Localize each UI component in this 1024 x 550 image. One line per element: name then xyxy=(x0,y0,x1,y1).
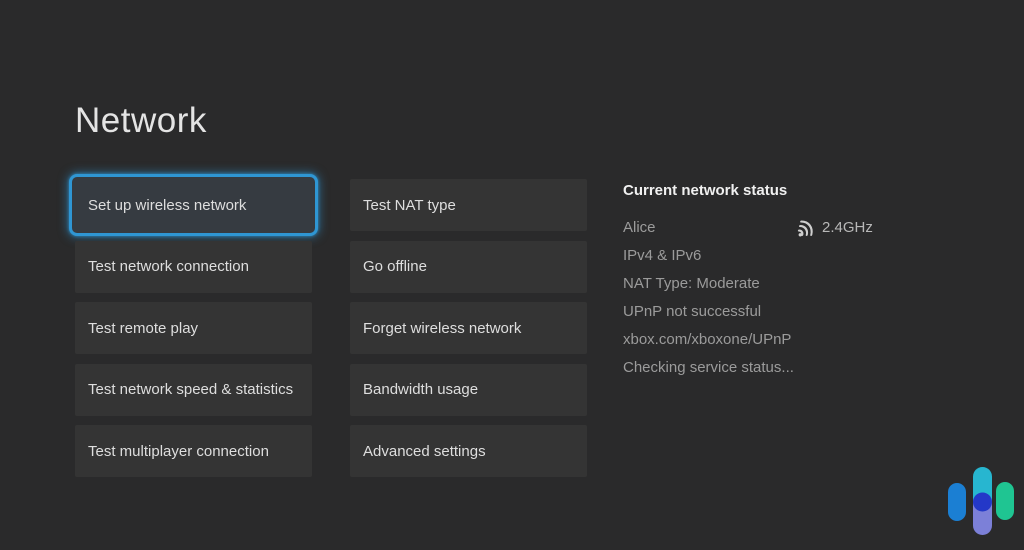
network-name: Alice xyxy=(623,219,656,236)
brand-logo xyxy=(945,464,1017,538)
status-line-nat-type: NAT Type: Moderate xyxy=(623,270,883,298)
menu-column-left: Set up wireless network Test network con… xyxy=(75,179,312,477)
button-label: Test network connection xyxy=(88,258,249,275)
status-line-service-status: Checking service status... xyxy=(623,354,883,382)
button-label: Test remote play xyxy=(88,320,198,337)
button-test-network-connection[interactable]: Test network connection xyxy=(75,241,312,293)
button-test-network-speed-statistics[interactable]: Test network speed & statistics xyxy=(75,364,312,416)
button-label: Bandwidth usage xyxy=(363,381,478,398)
button-test-multiplayer-connection[interactable]: Test multiplayer connection xyxy=(75,425,312,477)
button-test-remote-play[interactable]: Test remote play xyxy=(75,302,312,354)
menu-column-middle: Test NAT type Go offline Forget wireless… xyxy=(350,179,587,477)
button-forget-wireless-network[interactable]: Forget wireless network xyxy=(350,302,587,354)
button-label: Set up wireless network xyxy=(88,197,246,214)
button-label: Go offline xyxy=(363,258,427,275)
button-label: Test multiplayer connection xyxy=(88,443,269,460)
button-label: Forget wireless network xyxy=(363,320,521,337)
button-label: Test network speed & statistics xyxy=(88,381,293,398)
wifi-band-group: 2.4GHz xyxy=(793,214,873,242)
logo-bar-blue xyxy=(948,483,966,521)
button-advanced-settings[interactable]: Advanced settings xyxy=(350,425,587,477)
logo-circle xyxy=(973,493,992,512)
status-line-upnp-url: xbox.com/xboxone/UPnP xyxy=(623,326,883,354)
button-test-nat-type[interactable]: Test NAT type xyxy=(350,179,587,231)
status-line-upnp-status: UPnP not successful xyxy=(623,298,883,326)
status-line-network-name: Alice 2.4GHz xyxy=(623,214,883,242)
xbox-network-settings-screen: Network Set up wireless network Test net… xyxy=(0,0,1024,550)
wifi-band: 2.4GHz xyxy=(822,214,873,242)
button-bandwidth-usage[interactable]: Bandwidth usage xyxy=(350,364,587,416)
button-go-offline[interactable]: Go offline xyxy=(350,241,587,293)
wifi-signal-icon xyxy=(793,218,816,238)
button-label: Advanced settings xyxy=(363,443,486,460)
logo-bar-green xyxy=(996,482,1014,520)
status-heading: Current network status xyxy=(623,182,883,199)
page-title: Network xyxy=(75,101,207,141)
network-status-panel: Current network status Alice 2.4GHz IPv4… xyxy=(623,182,883,382)
status-line-ip-protocols: IPv4 & IPv6 xyxy=(623,242,883,270)
button-set-up-wireless-network[interactable]: Set up wireless network xyxy=(69,174,318,236)
wifi-dot xyxy=(799,233,802,236)
button-label: Test NAT type xyxy=(363,197,456,214)
